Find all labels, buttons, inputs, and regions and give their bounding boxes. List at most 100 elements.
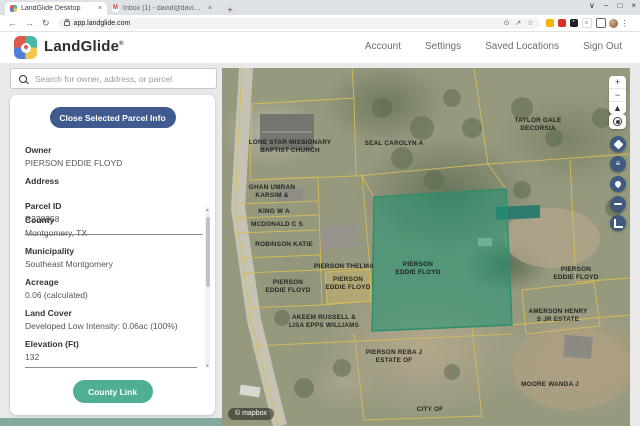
search-input[interactable] bbox=[33, 73, 216, 85]
reload-icon[interactable]: ↻ bbox=[42, 18, 50, 29]
legend-button[interactable]: ≡ bbox=[610, 156, 626, 172]
browser-tab-active[interactable]: LandGlide Desktop × bbox=[5, 2, 107, 15]
drop-pin-button[interactable] bbox=[610, 176, 626, 192]
parcel-label-taylor-gale-decorsia[interactable]: TAYLOR GALEDECORSIA bbox=[515, 117, 562, 132]
landglide-favicon-icon bbox=[10, 5, 17, 12]
scroll-up-icon[interactable]: ▲ bbox=[205, 207, 210, 212]
adobe-pdf-extension-icon[interactable] bbox=[558, 19, 566, 27]
field-value: Southeast Montgomery bbox=[25, 259, 197, 269]
geolocation-icon[interactable]: ⊙ bbox=[504, 19, 510, 27]
field-value: Montgomery, TX bbox=[25, 228, 197, 238]
nav-sign-out[interactable]: Sign Out bbox=[583, 41, 622, 52]
compass-icon[interactable]: ▲ bbox=[609, 102, 626, 114]
parcel-label-moore-wanda-j[interactable]: MOORE WANDA J bbox=[521, 381, 579, 388]
mapbox-attribution[interactable]: © mapbox bbox=[228, 408, 274, 420]
app-nav: Account Settings Saved Locations Sign Ou… bbox=[365, 41, 622, 52]
selected-parcel[interactable] bbox=[372, 189, 512, 331]
field-row: Address bbox=[25, 176, 203, 193]
parcel-label-lone-star-missionary-baptist-church[interactable]: LONE STAR MISSIONARYBAPTIST CHURCH bbox=[249, 139, 332, 154]
profile-avatar[interactable] bbox=[609, 19, 618, 28]
house bbox=[317, 224, 359, 250]
minus-icon bbox=[614, 203, 622, 205]
parcel-label-pierson-eddie-floyd-west[interactable]: PIERSONEDDIE FLOYD bbox=[265, 279, 310, 294]
mobile-home bbox=[239, 385, 260, 398]
field-row: Owner PIERSON EDDIE FLOYD bbox=[25, 145, 203, 168]
browser-tab-strip: LandGlide Desktop × M Inbox (1) - david@… bbox=[0, 0, 640, 15]
parcel-label-ghan-umran-karsim[interactable]: GHAN UMRANKARSIM & bbox=[249, 184, 296, 199]
tab-close-icon[interactable]: × bbox=[208, 5, 212, 12]
new-tab-button[interactable]: + bbox=[225, 5, 235, 15]
parcel-label-pierson-eddie-floyd-east[interactable]: PIERSONEDDIE FLOYD bbox=[553, 266, 598, 281]
tag-icon bbox=[613, 139, 623, 149]
field-label: Acreage bbox=[25, 277, 197, 287]
password-extension-icon[interactable] bbox=[546, 19, 554, 27]
parcel-label-king-w-a[interactable]: KING W A bbox=[258, 208, 290, 215]
parcel-label-akeem-russell-lisa-epps-williams[interactable]: AKEEM RUSSELL &LISA EPPS WILLIAMS bbox=[289, 314, 360, 329]
parcel-label-mcdonald-c-s[interactable]: MCDONALD C S bbox=[251, 221, 304, 228]
tab-close-icon[interactable]: × bbox=[98, 5, 102, 12]
zoom-out-button[interactable]: − bbox=[609, 89, 626, 102]
legend-icon: ≡ bbox=[616, 160, 621, 168]
gmail-favicon-icon: M bbox=[112, 5, 119, 12]
tab-title: Inbox (1) - david@davidmdunn... bbox=[123, 5, 204, 12]
scrollbar-thumb[interactable] bbox=[206, 217, 210, 287]
browser-toolbar: ← → ↻ app.landglide.com ⊙ ↗ ☆ * ≡ ⋮ bbox=[0, 15, 640, 32]
county-link-button[interactable]: County Link bbox=[73, 380, 153, 403]
zoom-in-button[interactable]: + bbox=[609, 76, 626, 89]
ruler-button[interactable] bbox=[610, 215, 626, 231]
field-row: Acreage0.06 (calculated) bbox=[25, 277, 197, 300]
address-bar[interactable]: app.landglide.com ⊙ ↗ ☆ bbox=[58, 18, 540, 29]
house bbox=[563, 335, 593, 359]
parcel-label-city-of[interactable]: CITY OF bbox=[417, 406, 444, 413]
parcel-label-pierson-thelma[interactable]: PIERSON THELMA bbox=[314, 263, 374, 270]
list-extension-icon[interactable]: ≡ bbox=[582, 18, 592, 28]
field-label: Owner bbox=[25, 145, 203, 155]
field-label: Municipality bbox=[25, 246, 197, 256]
locate-icon bbox=[613, 117, 622, 126]
field-value: 132 bbox=[25, 352, 197, 362]
tags-layer-button[interactable] bbox=[610, 136, 626, 152]
parcel-map[interactable]: LONE STAR MISSIONARYBAPTIST CHURCH SEAL C… bbox=[222, 68, 630, 426]
close-selected-parcel-button[interactable]: Close Selected Parcel Info bbox=[50, 107, 176, 128]
field-row: Elevation (Ft)132 bbox=[25, 339, 197, 362]
parcel-label-seal-carolyn-a[interactable]: SEAL CAROLYN A bbox=[365, 140, 424, 147]
chrome-menu-icon[interactable]: ⋮ bbox=[621, 19, 629, 28]
parcel-scroll-fields: County Montgomery, TX Municipality Southeas… bbox=[25, 207, 197, 368]
page-footer-strip bbox=[0, 418, 222, 426]
ruler-icon bbox=[614, 219, 623, 228]
field-label: Land Cover bbox=[25, 308, 197, 318]
field-label: County bbox=[25, 215, 197, 225]
scroll-down-icon[interactable]: ▼ bbox=[205, 363, 210, 368]
parcel-label-amerson-henry-s-jr-estate[interactable]: AMERSON HENRYS JR ESTATE bbox=[528, 308, 588, 323]
parcel-label-robinson-katie[interactable]: ROBINSON KATIE bbox=[255, 241, 313, 248]
parcel-label-pierson-reba-j-estate-of[interactable]: PIERSON REBA JESTATE OF bbox=[366, 349, 423, 364]
nav-settings[interactable]: Settings bbox=[425, 41, 461, 52]
nav-saved-locations[interactable]: Saved Locations bbox=[485, 41, 559, 52]
zoom-control-group: + − ▲ bbox=[609, 76, 626, 114]
field-label: Address bbox=[25, 176, 203, 186]
search-icon bbox=[19, 75, 27, 83]
parcel-search-box[interactable] bbox=[10, 68, 217, 89]
share-icon[interactable]: ↗ bbox=[515, 19, 521, 27]
registered-mark: ® bbox=[119, 41, 124, 47]
landglide-logo-icon bbox=[14, 36, 37, 59]
window-maximize-button[interactable]: □ bbox=[617, 1, 622, 10]
window-minimize-button[interactable]: − bbox=[604, 1, 609, 10]
tab-search-icon[interactable]: ∨ bbox=[589, 1, 595, 10]
extensions-puzzle-icon[interactable] bbox=[596, 18, 606, 28]
tab-title: LandGlide Desktop bbox=[21, 5, 94, 12]
brand-wordmark: LandGlide® bbox=[44, 38, 124, 55]
measure-line-button[interactable] bbox=[610, 196, 626, 212]
window-close-button[interactable]: × bbox=[631, 1, 636, 10]
field-value: PIERSON EDDIE FLOYD bbox=[25, 158, 203, 168]
field-row: County Montgomery, TX bbox=[25, 215, 197, 238]
extension-icon[interactable]: * bbox=[570, 19, 578, 27]
pin-icon bbox=[614, 180, 622, 188]
back-icon[interactable]: ← bbox=[8, 18, 17, 28]
forward-icon[interactable]: → bbox=[25, 18, 34, 28]
locate-me-button[interactable] bbox=[609, 114, 626, 129]
panel-scrollbar[interactable]: ▲ ▼ bbox=[205, 207, 210, 368]
bookmark-star-icon[interactable]: ☆ bbox=[527, 19, 533, 27]
nav-account[interactable]: Account bbox=[365, 41, 401, 52]
browser-tab-inactive[interactable]: M Inbox (1) - david@davidmdunn... × bbox=[107, 2, 217, 15]
